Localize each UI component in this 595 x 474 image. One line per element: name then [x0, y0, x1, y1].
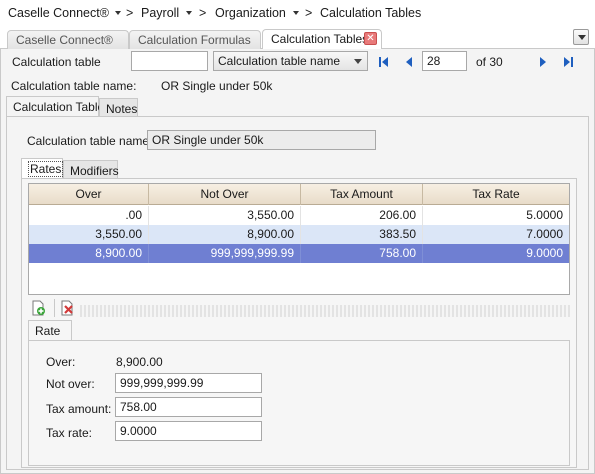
cell-over: 8,900.00 — [29, 244, 149, 263]
cell-not-over: 3,550.00 — [149, 206, 301, 225]
toolbar-grip — [80, 305, 570, 317]
chevron-down-icon — [354, 59, 362, 64]
column-header-tax-amount[interactable]: Tax Amount — [301, 184, 423, 205]
table-row[interactable]: 3,550.00 8,900.00 383.50 7.0000 — [29, 225, 569, 244]
tab-label: Calculation Formulas — [138, 33, 251, 47]
cell-over: .00 — [29, 206, 149, 225]
document-tab-strip: Caselle Connect® Calculation Formulas Ca… — [0, 28, 595, 49]
record-name-label: Calculation table name: — [11, 79, 137, 93]
rates-table[interactable]: Over Not Over Tax Amount Tax Rate .00 3,… — [28, 183, 570, 295]
record-name-value: OR Single under 50k — [161, 79, 273, 93]
record-toolbar: Calculation table Calculation table name… — [0, 49, 595, 75]
first-record-icon[interactable] — [377, 55, 391, 69]
breadcrumb-calculation-tables[interactable]: Calculation Tables — [320, 6, 421, 20]
calculation-table-name-field[interactable]: OR Single under 50k — [147, 130, 376, 150]
breadcrumb-payroll[interactable]: Payroll — [141, 6, 179, 20]
cell-tax-amount: 206.00 — [301, 206, 423, 225]
not-over-label: Not over: — [46, 377, 95, 391]
form-name-label: Calculation table name: — [27, 134, 153, 148]
tab-label: Rate — [35, 324, 61, 338]
tab-calculation-formulas[interactable]: Calculation Formulas — [129, 30, 261, 49]
cell-not-over: 8,900.00 — [149, 225, 301, 244]
next-record-icon[interactable] — [536, 55, 550, 69]
not-over-field[interactable]: 999,999,999.99 — [115, 373, 262, 393]
tab-notes[interactable]: Notes — [99, 98, 138, 116]
record-number-input[interactable]: 28 — [422, 51, 467, 71]
table-header: Over Not Over Tax Amount Tax Rate — [29, 184, 569, 205]
chevron-down-icon[interactable] — [186, 11, 192, 15]
record-total: of 30 — [476, 55, 503, 69]
cell-tax-amount: 758.00 — [301, 244, 423, 263]
last-record-icon[interactable] — [561, 55, 575, 69]
tab-calculation-tables[interactable]: Calculation Tables ✕ — [262, 29, 382, 49]
tab-label: Calculation Tables — [271, 32, 369, 46]
over-label: Over: — [46, 355, 76, 369]
calculation-table-label: Calculation table — [12, 55, 101, 69]
calculation-table-input[interactable] — [131, 51, 208, 71]
tab-overflow-button[interactable] — [573, 29, 589, 45]
cell-over: 3,550.00 — [29, 225, 149, 244]
chevron-down-icon[interactable] — [293, 11, 299, 15]
table-row-selected[interactable]: 8,900.00 999,999,999.99 758.00 9.0000 — [29, 244, 569, 263]
tax-rate-field[interactable]: 9.0000 — [115, 421, 262, 441]
column-header-over[interactable]: Over — [29, 184, 149, 205]
search-field-value: Calculation table name — [218, 54, 341, 68]
chevron-down-icon[interactable] — [115, 11, 121, 15]
breadcrumb: Caselle Connect® > Payroll > Organizatio… — [0, 0, 595, 28]
tab-label: Notes — [106, 102, 138, 116]
breadcrumb-separator: > — [199, 6, 207, 20]
tab-caselle-connect[interactable]: Caselle Connect® — [7, 30, 129, 49]
cell-tax-amount: 383.50 — [301, 225, 423, 244]
over-value: 8,900.00 — [116, 355, 163, 369]
cell-not-over: 999,999,999.99 — [149, 244, 301, 263]
previous-record-icon[interactable] — [402, 55, 416, 69]
tax-amount-field[interactable]: 758.00 — [115, 397, 262, 417]
cell-tax-rate: 5.0000 — [526, 208, 563, 222]
breadcrumb-separator: > — [305, 6, 313, 20]
tab-label: Calculation Table — [13, 100, 105, 114]
tax-amount-label: Tax amount: — [46, 402, 112, 416]
table-row[interactable]: .00 3,550.00 206.00 5.0000 — [29, 206, 569, 225]
column-header-not-over[interactable]: Not Over — [149, 184, 301, 205]
cell-tax-rate: 9.0000 — [526, 246, 563, 260]
breadcrumb-caselle-connect[interactable]: Caselle Connect® — [8, 6, 109, 20]
breadcrumb-organization[interactable]: Organization — [215, 6, 286, 20]
toolbar-divider — [54, 299, 55, 317]
cell-tax-rate: 7.0000 — [526, 227, 563, 241]
delete-row-icon[interactable] — [59, 300, 75, 316]
tab-label: Modifiers — [70, 164, 119, 178]
column-header-tax-rate[interactable]: Tax Rate — [423, 184, 569, 205]
tax-rate-label: Tax rate: — [46, 426, 93, 440]
search-field-select[interactable]: Calculation table name — [213, 51, 368, 71]
tab-rate[interactable]: Rate — [28, 320, 72, 341]
tab-calculation-table[interactable]: Calculation Table — [6, 96, 104, 116]
tab-modifiers[interactable]: Modifiers — [63, 160, 119, 178]
tab-label: Rates — [28, 161, 64, 177]
tab-label: Caselle Connect® — [16, 33, 113, 47]
close-icon[interactable]: ✕ — [364, 32, 377, 45]
tab-rates[interactable]: Rates — [21, 158, 64, 178]
add-row-icon[interactable] — [30, 300, 46, 316]
breadcrumb-separator: > — [126, 6, 134, 20]
